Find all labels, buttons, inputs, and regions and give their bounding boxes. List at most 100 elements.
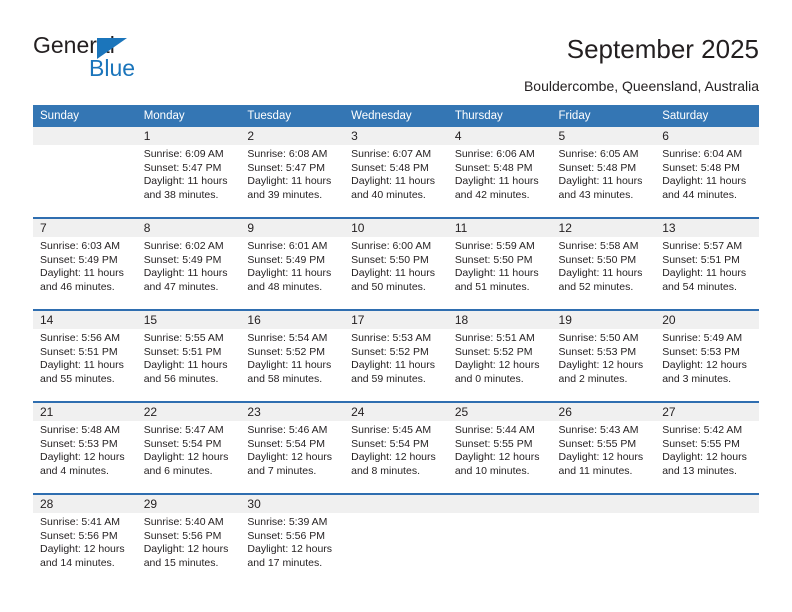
calendar-day-cell[interactable]: 25 Sunrise: 5:44 AM Sunset: 5:55 PM Dayligh… <box>447 401 552 494</box>
daylight-text: Daylight: 12 hours and 3 minutes. <box>662 359 747 385</box>
daylight-text: Daylight: 11 hours and 43 minutes. <box>558 175 643 201</box>
day-number: 7 <box>33 219 137 237</box>
daylight-text: Daylight: 11 hours and 42 minutes. <box>454 175 539 201</box>
day-number: 28 <box>33 495 137 513</box>
sunset-text: Sunset: 5:48 PM <box>662 161 740 174</box>
day-cell-details: Sunrise: 5:50 AM Sunset: 5:53 PM Daylight:… <box>552 329 656 386</box>
day-cell-inner <box>655 495 759 585</box>
calendar-day-cell[interactable]: 11 Sunrise: 5:59 AM Sunset: 5:50 PM Dayligh… <box>447 217 552 310</box>
day-cell-inner: 24 Sunrise: 5:45 AM Sunset: 5:54 PM Dayligh… <box>344 403 448 493</box>
calendar-day-cell[interactable]: 1 Sunrise: 6:09 AM Sunset: 5:47 PM Daylight… <box>136 127 241 218</box>
calendar-week-row: 28 Sunrise: 5:41 AM Sunset: 5:56 PM Dayligh… <box>33 493 759 585</box>
sunset-text: Sunset: 5:50 PM <box>454 253 533 266</box>
calendar-day-cell[interactable]: 4 Sunrise: 6:06 AM Sunset: 5:48 PM Daylight… <box>447 127 552 218</box>
sunset-text: Sunset: 5:49 PM <box>40 253 118 266</box>
day-number: 8 <box>136 219 241 237</box>
sunrise-text: Sunrise: 6:06 AM <box>454 148 535 160</box>
brand-logo[interactable]: General Blue <box>33 32 293 88</box>
day-number: 13 <box>655 219 759 237</box>
weekday-header-wednesday: Wednesday <box>344 105 448 127</box>
calendar-day-cell[interactable]: 8 Sunrise: 6:02 AM Sunset: 5:49 PM Daylight… <box>136 217 241 310</box>
daylight-text: Daylight: 12 hours and 13 minutes. <box>662 451 747 477</box>
day-number: 21 <box>33 403 137 421</box>
day-cell-inner: 19 Sunrise: 5:50 AM Sunset: 5:53 PM Dayligh… <box>551 311 656 401</box>
calendar-day-cell[interactable]: 22 Sunrise: 5:47 AM Sunset: 5:54 PM Dayligh… <box>136 401 241 494</box>
sunset-text: Sunset: 5:49 PM <box>143 253 222 266</box>
day-cell-details: Sunrise: 5:56 AM Sunset: 5:51 PM Daylight:… <box>33 329 137 386</box>
day-cell-inner: 4 Sunrise: 6:06 AM Sunset: 5:48 PM Daylight… <box>447 127 552 217</box>
sunset-text: Sunset: 5:56 PM <box>247 529 326 542</box>
calendar-day-cell[interactable]: 10 Sunrise: 6:00 AM Sunset: 5:50 PM Dayligh… <box>344 217 448 310</box>
daylight-text: Daylight: 12 hours and 7 minutes. <box>247 451 333 477</box>
day-number: 22 <box>136 403 241 421</box>
calendar-day-cell[interactable]: 18 Sunrise: 5:51 AM Sunset: 5:52 PM Dayligh… <box>447 309 552 402</box>
calendar-day-cell[interactable]: 7 Sunrise: 6:03 AM Sunset: 5:49 PM Daylight… <box>33 217 137 310</box>
day-number: 14 <box>33 311 137 329</box>
calendar-day-cell[interactable]: 3 Sunrise: 6:07 AM Sunset: 5:48 PM Daylight… <box>344 127 448 218</box>
weekday-header-monday: Monday <box>136 105 241 127</box>
day-cell-details: Sunrise: 5:46 AM Sunset: 5:54 PM Daylight:… <box>240 421 344 478</box>
calendar-day-cell[interactable]: 14 Sunrise: 5:56 AM Sunset: 5:51 PM Dayligh… <box>33 309 137 402</box>
day-cell-details: Sunrise: 6:03 AM Sunset: 5:49 PM Daylight:… <box>33 237 137 294</box>
day-cell-inner: 2 Sunrise: 6:08 AM Sunset: 5:47 PM Daylight… <box>240 127 345 217</box>
calendar-day-cell[interactable]: 17 Sunrise: 5:53 AM Sunset: 5:52 PM Dayligh… <box>344 309 448 402</box>
sunset-text: Sunset: 5:56 PM <box>143 529 222 542</box>
calendar-day-cell[interactable]: 26 Sunrise: 5:43 AM Sunset: 5:55 PM Dayligh… <box>551 401 656 494</box>
day-number: 3 <box>344 127 448 145</box>
calendar-day-cell[interactable]: 9 Sunrise: 6:01 AM Sunset: 5:49 PM Daylight… <box>240 217 345 310</box>
day-cell-inner: 21 Sunrise: 5:48 AM Sunset: 5:53 PM Dayligh… <box>33 403 137 493</box>
calendar-header-row: Sunday Monday Tuesday Wednesday Thursday… <box>33 105 759 127</box>
calendar-day-cell[interactable]: 16 Sunrise: 5:54 AM Sunset: 5:52 PM Dayligh… <box>240 309 345 402</box>
calendar-day-cell[interactable]: 19 Sunrise: 5:50 AM Sunset: 5:53 PM Dayligh… <box>551 309 656 402</box>
calendar-day-cell[interactable]: 20 Sunrise: 5:49 AM Sunset: 5:53 PM Dayligh… <box>655 309 759 402</box>
sunset-text: Sunset: 5:50 PM <box>351 253 429 266</box>
calendar-day-cell[interactable]: 30 Sunrise: 5:39 AM Sunset: 5:56 PM Dayligh… <box>240 493 345 585</box>
calendar-day-cell[interactable]: 12 Sunrise: 5:58 AM Sunset: 5:50 PM Dayligh… <box>551 217 656 310</box>
weekday-header-friday: Friday <box>551 105 656 127</box>
sunset-text: Sunset: 5:48 PM <box>558 161 637 174</box>
day-number: 20 <box>655 311 759 329</box>
sunset-text: Sunset: 5:53 PM <box>40 437 118 450</box>
day-number: 15 <box>136 311 241 329</box>
sunrise-text: Sunrise: 5:39 AM <box>247 516 328 528</box>
day-cell-details: Sunrise: 5:49 AM Sunset: 5:53 PM Daylight:… <box>655 329 759 386</box>
calendar-day-cell[interactable]: 27 Sunrise: 5:42 AM Sunset: 5:55 PM Dayligh… <box>655 401 759 494</box>
daylight-text: Daylight: 11 hours and 58 minutes. <box>247 359 332 385</box>
calendar-day-cell[interactable]: 5 Sunrise: 6:05 AM Sunset: 5:48 PM Daylight… <box>551 127 656 218</box>
calendar-day-cell[interactable]: 13 Sunrise: 5:57 AM Sunset: 5:51 PM Dayligh… <box>655 217 759 310</box>
sunrise-text: Sunrise: 5:42 AM <box>662 424 743 436</box>
sunrise-text: Sunrise: 5:57 AM <box>662 240 743 252</box>
sunset-text: Sunset: 5:52 PM <box>351 345 429 358</box>
day-cell-inner: 9 Sunrise: 6:01 AM Sunset: 5:49 PM Daylight… <box>240 219 345 309</box>
calendar-day-cell[interactable]: 2 Sunrise: 6:08 AM Sunset: 5:47 PM Daylight… <box>240 127 345 218</box>
day-cell-inner: 29 Sunrise: 5:40 AM Sunset: 5:56 PM Dayligh… <box>136 495 241 585</box>
daylight-text: Daylight: 12 hours and 10 minutes. <box>454 451 540 477</box>
daylight-text: Daylight: 12 hours and 0 minutes. <box>454 359 540 385</box>
daylight-text: Daylight: 12 hours and 17 minutes. <box>247 543 333 569</box>
day-cell-inner: 27 Sunrise: 5:42 AM Sunset: 5:55 PM Dayligh… <box>655 403 759 493</box>
calendar-day-cell[interactable]: 15 Sunrise: 5:55 AM Sunset: 5:51 PM Dayligh… <box>136 309 241 402</box>
daylight-text: Daylight: 12 hours and 11 minutes. <box>558 451 644 477</box>
sunrise-text: Sunrise: 6:04 AM <box>662 148 743 160</box>
day-cell-inner: 25 Sunrise: 5:44 AM Sunset: 5:55 PM Dayligh… <box>447 403 552 493</box>
day-cell-inner: 30 Sunrise: 5:39 AM Sunset: 5:56 PM Dayligh… <box>240 495 345 585</box>
calendar-day-cell[interactable]: 29 Sunrise: 5:40 AM Sunset: 5:56 PM Dayligh… <box>136 493 241 585</box>
daylight-text: Daylight: 11 hours and 50 minutes. <box>351 267 435 293</box>
calendar-day-cell[interactable]: 28 Sunrise: 5:41 AM Sunset: 5:56 PM Dayligh… <box>33 493 137 585</box>
day-cell-details: Sunrise: 5:48 AM Sunset: 5:53 PM Daylight:… <box>33 421 137 478</box>
day-cell-inner: 28 Sunrise: 5:41 AM Sunset: 5:56 PM Dayligh… <box>33 495 137 585</box>
day-number <box>447 495 552 513</box>
day-cell-details: Sunrise: 5:41 AM Sunset: 5:56 PM Daylight:… <box>33 513 137 570</box>
day-number: 12 <box>551 219 656 237</box>
calendar-day-cell[interactable]: 6 Sunrise: 6:04 AM Sunset: 5:48 PM Daylight… <box>655 127 759 218</box>
calendar-day-cell-empty <box>344 493 448 585</box>
daylight-text: Daylight: 11 hours and 52 minutes. <box>558 267 643 293</box>
sunset-text: Sunset: 5:52 PM <box>247 345 326 358</box>
page-subtitle-location: Bouldercombe, Queensland, Australia <box>523 78 759 94</box>
day-cell-inner: 5 Sunrise: 6:05 AM Sunset: 5:48 PM Daylight… <box>551 127 656 217</box>
calendar-day-cell[interactable]: 23 Sunrise: 5:46 AM Sunset: 5:54 PM Dayligh… <box>240 401 345 494</box>
calendar-day-cell[interactable]: 21 Sunrise: 5:48 AM Sunset: 5:53 PM Dayligh… <box>33 401 137 494</box>
daylight-text: Daylight: 11 hours and 38 minutes. <box>143 175 228 201</box>
calendar-day-cell[interactable]: 24 Sunrise: 5:45 AM Sunset: 5:54 PM Dayligh… <box>344 401 448 494</box>
day-number: 17 <box>344 311 448 329</box>
